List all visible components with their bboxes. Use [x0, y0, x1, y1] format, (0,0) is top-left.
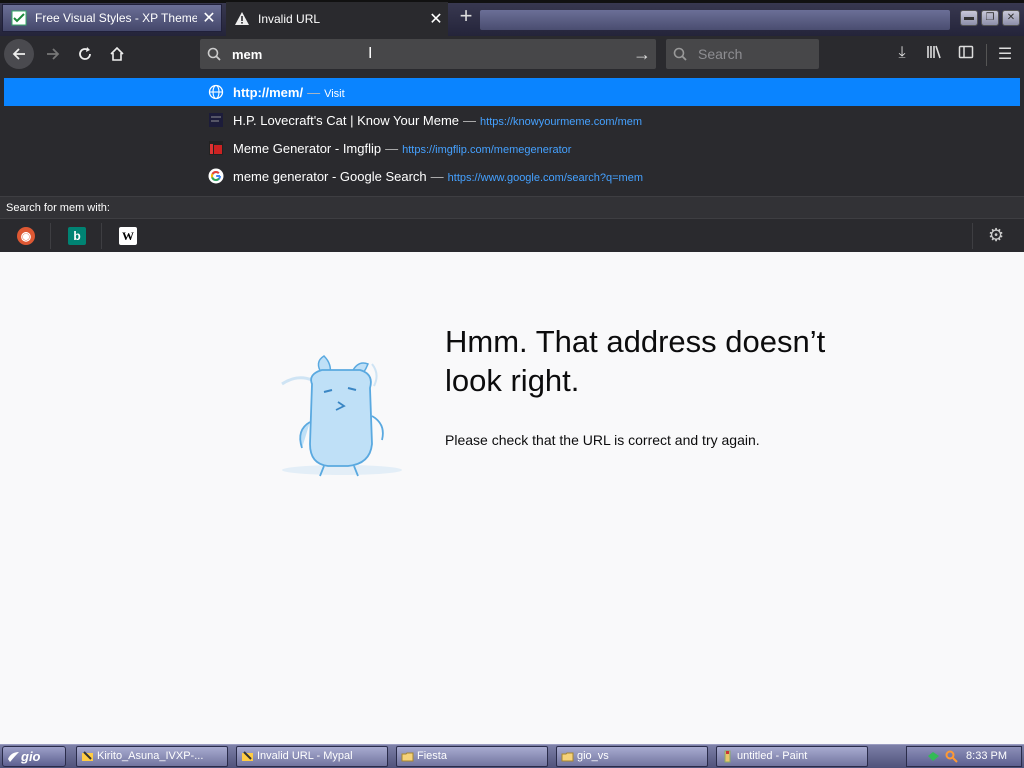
clock[interactable]: 8:33 PM — [966, 747, 1007, 766]
autocomplete-url: https://www.google.com/search?q=mem — [447, 171, 643, 184]
engine-divider — [50, 223, 51, 249]
paint-icon — [724, 750, 731, 763]
forward-arrow-icon — [47, 48, 60, 60]
tab-invalid-url[interactable]: Invalid URL ✕ — [226, 2, 448, 36]
paint-brush-icon — [82, 751, 93, 761]
tab-strip: Free Visual Styles - XP Themes - F ✕ Inv… — [0, 0, 1024, 36]
forward-button[interactable] — [38, 39, 68, 69]
autocomplete-item[interactable]: http://mem/— Visit — [4, 78, 1020, 106]
taskbar-item[interactable]: Fiesta — [396, 746, 548, 767]
autocomplete-item[interactable]: H.P. Lovecraft's Cat | Know Your Meme — ht… — [4, 106, 1020, 134]
autocomplete-item[interactable]: meme generator - Google Search — https://w… — [4, 162, 1020, 190]
search-input[interactable]: Search — [698, 46, 742, 62]
url-bar[interactable]: mem I → — [200, 39, 656, 69]
search-icon — [200, 47, 228, 61]
google-icon — [208, 168, 224, 184]
autocomplete-url: https://imgflip.com/memegenerator — [402, 143, 572, 156]
autocomplete-popup: http://mem/— Visit H.P. Lovecraft's Cat |… — [0, 74, 1024, 252]
imgflip-icon — [208, 140, 224, 156]
autocomplete-title: http://mem/ — [233, 84, 304, 100]
folder-icon — [401, 752, 414, 762]
search-icon — [666, 47, 694, 61]
search-bar[interactable]: Search — [666, 39, 819, 69]
back-button[interactable] — [4, 39, 34, 69]
one-off-search-engines: ◉ b W ⚙ — [0, 218, 1024, 252]
autocomplete-title: meme generator - Google Search — [233, 168, 427, 184]
minimize-button[interactable]: ▬ — [960, 10, 978, 26]
home-button[interactable] — [102, 39, 132, 69]
new-tab-button[interactable]: + — [453, 4, 479, 30]
sidebar-icon[interactable] — [954, 44, 978, 65]
confused-cat-illustration — [281, 355, 402, 477]
taskbar-item-label: Invalid URL - Mypal — [257, 750, 353, 762]
back-arrow-icon — [12, 48, 25, 60]
autocomplete-item-text: H.P. Lovecraft's Cat | Know Your Meme — ht… — [233, 113, 642, 128]
autocomplete-item-text: meme generator - Google Search — https://w… — [233, 169, 643, 184]
autocomplete-separator: — — [463, 112, 477, 128]
globe-icon — [208, 84, 224, 100]
taskbar-item-label: Fiesta — [417, 750, 447, 762]
folder-icon — [561, 752, 574, 762]
hamburger-menu-icon[interactable]: ☰ — [993, 44, 1017, 64]
error-page: Hmm. That address doesn’t look right. Pl… — [0, 252, 1024, 744]
autocomplete-separator: — — [385, 140, 399, 156]
autocomplete-item[interactable]: Meme Generator - Imgflip — https://imgflip… — [4, 134, 1020, 162]
duckduckgo-icon[interactable]: ◉ — [17, 227, 35, 245]
knowyourmeme-icon — [208, 112, 224, 128]
search-with-label: Search for mem with: — [0, 196, 1024, 218]
taskbar-item-label: untitled - Paint — [737, 750, 808, 762]
nav-toolbar: mem I → Search ⤓ ☰ — [0, 36, 1024, 74]
go-arrow-button[interactable]: → — [628, 44, 656, 65]
browser-icon — [242, 751, 253, 761]
taskbar: gio Kirito_Asuna_IVXP-... Invalid URL - … — [0, 744, 1024, 768]
tray-search-icon[interactable] — [945, 750, 958, 763]
engine-divider — [101, 223, 102, 249]
window-controls: ▬ ❐ ✕ — [960, 10, 1020, 26]
tab-label: Invalid URL — [258, 12, 321, 26]
start-logo-icon — [8, 752, 19, 762]
bing-icon[interactable]: b — [68, 227, 86, 245]
autocomplete-item-text: Meme Generator - Imgflip — https://imgflip… — [233, 141, 571, 156]
url-input[interactable]: mem — [232, 47, 628, 62]
wikipedia-icon[interactable]: W — [119, 227, 137, 245]
tabstrip-top-border — [0, 0, 1024, 3]
home-icon — [110, 46, 124, 61]
reload-button[interactable] — [70, 39, 100, 69]
taskbar-item-label: Kirito_Asuna_IVXP-... — [97, 750, 204, 762]
autocomplete-separator: — — [307, 84, 321, 100]
error-title: Hmm. That address doesn’t look right. — [445, 324, 826, 398]
start-button[interactable]: gio — [2, 746, 66, 767]
toolbar-divider — [986, 44, 987, 66]
taskbar-item[interactable]: untitled - Paint — [716, 746, 868, 767]
gear-icon[interactable]: ⚙ — [988, 225, 1004, 246]
autocomplete-title: Meme Generator - Imgflip — [233, 140, 382, 156]
tray-app-icon[interactable] — [927, 750, 940, 763]
autocomplete-action: Visit — [324, 87, 345, 100]
xp-themes-favicon-icon — [11, 10, 27, 26]
start-label: gio — [21, 749, 41, 764]
tabstrip-empty-area — [480, 10, 950, 30]
error-description: Please check that the URL is correct and… — [445, 432, 760, 448]
library-icon[interactable] — [922, 44, 946, 65]
taskbar-item[interactable]: gio_vs — [556, 746, 708, 767]
restore-button[interactable]: ❐ — [981, 10, 999, 26]
autocomplete-url: https://knowyourmeme.com/mem — [480, 115, 643, 128]
autocomplete-separator: — — [430, 168, 444, 184]
taskbar-item[interactable]: Invalid URL - Mypal — [236, 746, 388, 767]
taskbar-item-label: gio_vs — [577, 750, 609, 762]
close-window-button[interactable]: ✕ — [1002, 10, 1020, 26]
autocomplete-item-text: http://mem/— Visit — [233, 85, 345, 100]
downloads-icon[interactable]: ⤓ — [890, 44, 914, 62]
reload-icon — [79, 47, 91, 60]
close-tab-icon[interactable]: ✕ — [197, 8, 221, 28]
tab-label: Free Visual Styles - XP Themes - F — [35, 11, 197, 25]
autocomplete-title: H.P. Lovecraft's Cat | Know Your Meme — [233, 112, 460, 128]
engine-divider — [972, 223, 973, 249]
warning-icon — [235, 12, 249, 25]
text-cursor-icon: I — [368, 45, 373, 62]
close-tab-icon[interactable]: ✕ — [424, 9, 448, 29]
taskbar-item[interactable]: Kirito_Asuna_IVXP-... — [76, 746, 228, 767]
tab-free-visual-styles[interactable]: Free Visual Styles - XP Themes - F ✕ — [2, 4, 222, 32]
system-tray: 8:33 PM — [906, 746, 1022, 767]
